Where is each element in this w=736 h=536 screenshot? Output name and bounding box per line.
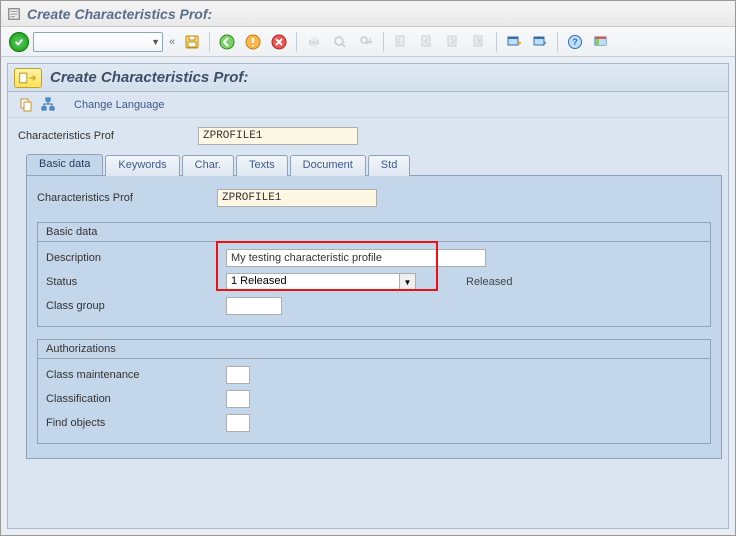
char-prof-label-2: Characteristics Prof xyxy=(37,192,217,204)
find-next-button[interactable] xyxy=(355,31,377,53)
window-menu-icon[interactable] xyxy=(7,7,21,21)
separator xyxy=(496,32,497,52)
classification-input[interactable] xyxy=(226,390,250,408)
status-select[interactable]: 1 Released ▼ xyxy=(226,273,416,291)
class-group-label: Class group xyxy=(46,300,226,312)
window-title: Create Characteristics Prof: xyxy=(27,6,212,22)
authorizations-group: Authorizations Class maintenance Classif… xyxy=(37,339,711,444)
tab-body-basic-data: Characteristics Prof Basic data Descript… xyxy=(26,176,722,459)
enter-button[interactable] xyxy=(9,32,29,52)
dropdown-icon: ▼ xyxy=(399,274,415,290)
save-button[interactable] xyxy=(181,31,203,53)
tab-char[interactable]: Char. xyxy=(182,155,234,176)
content-area: Create Characteristics Prof: Change Lang… xyxy=(1,57,735,535)
separator xyxy=(383,32,384,52)
separator xyxy=(209,32,210,52)
separator xyxy=(296,32,297,52)
tab-keywords[interactable]: Keywords xyxy=(105,155,179,176)
find-objects-input[interactable] xyxy=(226,414,250,432)
description-label: Description xyxy=(46,252,226,264)
class-maintenance-label: Class maintenance xyxy=(46,369,226,381)
last-page-button[interactable] xyxy=(468,31,490,53)
panel-header: Create Characteristics Prof: xyxy=(8,64,728,92)
tab-std[interactable]: Std xyxy=(368,155,411,176)
collapse-icon[interactable]: « xyxy=(169,36,175,48)
main-toolbar: ▼ « ? xyxy=(1,27,735,57)
authorizations-group-title: Authorizations xyxy=(38,340,710,359)
status-readable: Released xyxy=(466,276,512,288)
print-button[interactable] xyxy=(303,31,325,53)
command-field[interactable]: ▼ xyxy=(33,32,163,52)
display-toggle-button[interactable] xyxy=(14,68,42,88)
main-panel: Create Characteristics Prof: Change Lang… xyxy=(7,63,729,529)
exit-button[interactable] xyxy=(242,31,264,53)
basic-data-group: Basic data Description Status 1 Released… xyxy=(37,222,711,327)
description-input[interactable] xyxy=(226,249,486,267)
dropdown-icon: ▼ xyxy=(151,37,160,47)
find-objects-label: Find objects xyxy=(46,417,226,429)
first-page-button[interactable] xyxy=(390,31,412,53)
char-prof-row: Characteristics Prof xyxy=(8,124,728,148)
change-language-link[interactable]: Change Language xyxy=(74,99,165,111)
layout-menu-button[interactable] xyxy=(590,31,612,53)
next-page-button[interactable] xyxy=(442,31,464,53)
separator xyxy=(557,32,558,52)
class-group-input[interactable] xyxy=(226,297,282,315)
tabstrip: Basic data Keywords Char. Texts Document… xyxy=(8,148,728,459)
new-session-button[interactable] xyxy=(503,31,525,53)
char-prof-label: Characteristics Prof xyxy=(18,130,198,142)
classification-label: Classification xyxy=(46,393,226,405)
back-button[interactable] xyxy=(216,31,238,53)
char-prof-input[interactable] xyxy=(198,127,358,145)
copy-icon[interactable] xyxy=(18,97,34,113)
status-label: Status xyxy=(46,276,226,288)
svg-text:?: ? xyxy=(572,37,578,47)
window-titlebar: Create Characteristics Prof: xyxy=(1,1,735,27)
tab-texts[interactable]: Texts xyxy=(236,155,288,176)
cancel-button[interactable] xyxy=(268,31,290,53)
tab-basic-data[interactable]: Basic data xyxy=(26,154,103,175)
char-prof-input-2[interactable] xyxy=(217,189,377,207)
class-maintenance-input[interactable] xyxy=(226,366,250,384)
panel-title: Create Characteristics Prof: xyxy=(50,69,248,86)
tab-document[interactable]: Document xyxy=(290,155,366,176)
structure-icon[interactable] xyxy=(40,97,56,113)
find-button[interactable] xyxy=(329,31,351,53)
basic-data-group-title: Basic data xyxy=(38,223,710,242)
app-toolbar: Change Language xyxy=(8,92,728,118)
help-button[interactable]: ? xyxy=(564,31,586,53)
prev-page-button[interactable] xyxy=(416,31,438,53)
status-value: 1 Released xyxy=(227,274,399,290)
generate-shortcut-button[interactable] xyxy=(529,31,551,53)
